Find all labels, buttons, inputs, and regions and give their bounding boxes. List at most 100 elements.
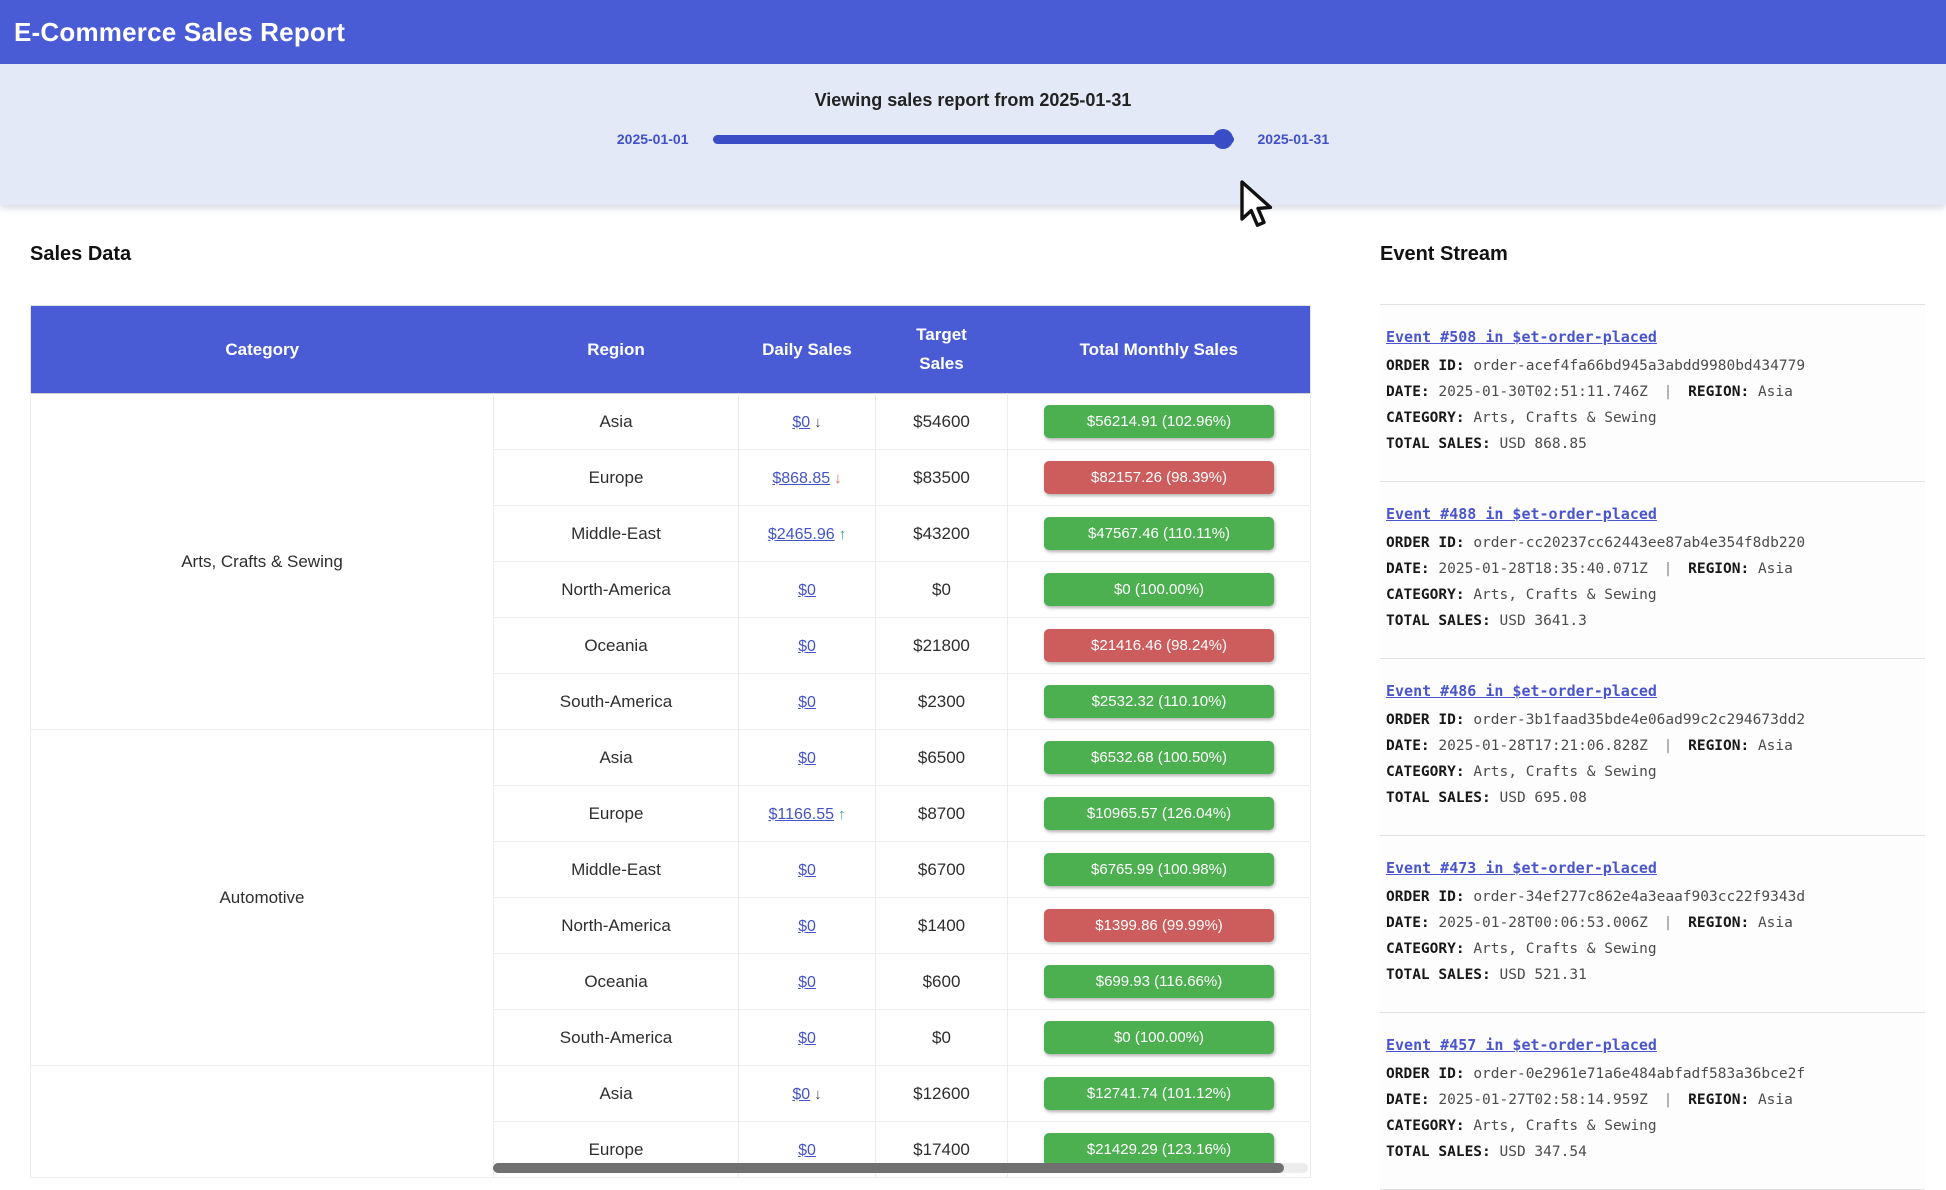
event-total-line: TOTAL SALES: USD 3641.3 (1386, 608, 1919, 634)
trend-arrow-icon: ↓ (834, 470, 842, 487)
column-header-region: Region (494, 306, 739, 394)
daily-sales-link[interactable]: $0 (798, 1142, 816, 1159)
daily-sales-link[interactable]: $1166.55 (768, 806, 834, 823)
region-label: REGION: (1688, 561, 1749, 577)
total-sales-label: TOTAL SALES: (1386, 613, 1491, 629)
region-cell: Asia (494, 1066, 739, 1122)
monthly-sales-badge: $6532.68 (100.50%) (1044, 741, 1274, 774)
monthly-sales-badge: $10965.57 (126.04%) (1044, 797, 1274, 830)
category-cell: Automotive (31, 730, 494, 1066)
daily-sales-link[interactable]: $868.85 (772, 470, 830, 487)
horizontal-scrollbar-thumb[interactable] (493, 1163, 1284, 1173)
region-label: REGION: (1688, 738, 1749, 754)
region-cell: Oceania (494, 954, 739, 1010)
target-sales-cell: $12600 (876, 1066, 1008, 1122)
slider-thumb[interactable] (1213, 129, 1233, 149)
order-id-value: order-34ef277c862e4a3eaaf903cc22f9343d (1473, 889, 1805, 905)
target-sales-cell: $83500 (876, 450, 1008, 506)
event-category-line: CATEGORY: Arts, Crafts & Sewing (1386, 1113, 1919, 1139)
category-value: Arts, Crafts & Sewing (1473, 1118, 1656, 1134)
order-id-label: ORDER ID: (1386, 712, 1465, 728)
daily-sales-link[interactable]: $0 (798, 918, 816, 935)
event-stream-section: Event Stream Event #508 in $et-order-pla… (1380, 205, 1925, 1190)
daily-sales-cell: $0↓ (739, 394, 876, 450)
event-date-line: DATE: 2025-01-28T18:35:40.071Z | REGION:… (1386, 556, 1919, 582)
event-date-line: DATE: 2025-01-28T00:06:53.006Z | REGION:… (1386, 910, 1919, 936)
date-slider[interactable] (713, 135, 1234, 144)
column-header-total-monthly-sales: Total Monthly Sales (1008, 306, 1311, 394)
total-sales-value: USD 3641.3 (1500, 613, 1587, 629)
slider-min-label: 2025-01-01 (617, 131, 689, 147)
event-order-line: ORDER ID: order-34ef277c862e4a3eaaf903cc… (1386, 884, 1919, 910)
event-order-line: ORDER ID: order-acef4fa66bd945a3abdd9980… (1386, 353, 1919, 379)
horizontal-scrollbar[interactable] (493, 1163, 1308, 1173)
monthly-sales-badge: $0 (100.00%) (1044, 1021, 1274, 1054)
daily-sales-link[interactable]: $0 (798, 974, 816, 991)
order-id-value: order-acef4fa66bd945a3abdd9980bd434779 (1473, 358, 1805, 374)
trend-arrow-icon: ↓ (814, 414, 822, 431)
daily-sales-link[interactable]: $0 (798, 638, 816, 655)
daily-sales-cell: $2465.96↑ (739, 506, 876, 562)
monthly-sales-badge: $12741.74 (101.12%) (1044, 1077, 1274, 1110)
daily-sales-cell: $0 (739, 562, 876, 618)
event-link[interactable]: Event #488 in $et-order-placed (1386, 501, 1657, 527)
daily-sales-link[interactable]: $0 (792, 1086, 810, 1103)
daily-sales-link[interactable]: $0 (798, 1030, 816, 1047)
monthly-sales-badge: $56214.91 (102.96%) (1044, 405, 1274, 438)
table-row: Asia $0↓ $12600 $12741.74 (101.12%) (31, 1066, 1311, 1122)
daily-sales-link[interactable]: $0 (798, 582, 816, 599)
sales-table: Category Region Daily Sales Target Sales… (30, 305, 1311, 1178)
event-link[interactable]: Event #486 in $et-order-placed (1386, 678, 1657, 704)
daily-sales-link[interactable]: $0 (792, 414, 810, 431)
daily-sales-cell: $0 (739, 674, 876, 730)
target-sales-cell: $21800 (876, 618, 1008, 674)
target-sales-cell: $43200 (876, 506, 1008, 562)
daily-sales-link[interactable]: $0 (798, 694, 816, 711)
category-label: CATEGORY: (1386, 941, 1465, 957)
target-sales-cell: $8700 (876, 786, 1008, 842)
event-link[interactable]: Event #457 in $et-order-placed (1386, 1032, 1657, 1058)
category-label: CATEGORY: (1386, 587, 1465, 603)
region-value: Asia (1758, 738, 1793, 754)
target-sales-cell: $54600 (876, 394, 1008, 450)
column-header-category: Category (31, 306, 494, 394)
region-cell: North-America (494, 562, 739, 618)
target-sales-cell: $600 (876, 954, 1008, 1010)
event-link[interactable]: Event #508 in $et-order-placed (1386, 324, 1657, 350)
target-sales-cell: $6700 (876, 842, 1008, 898)
sales-section-title: Sales Data (30, 243, 1310, 266)
daily-sales-cell: $868.85↓ (739, 450, 876, 506)
date-value: 2025-01-28T00:06:53.006Z (1438, 915, 1648, 931)
daily-sales-link[interactable]: $0 (798, 862, 816, 879)
date-slider-section: Viewing sales report from 2025-01-31 202… (0, 64, 1946, 205)
category-label: CATEGORY: (1386, 1118, 1465, 1134)
event-title-line: Event #508 in $et-order-placed (1386, 324, 1919, 353)
event-list: Event #508 in $et-order-placed ORDER ID:… (1380, 304, 1925, 1190)
event-item: Event #486 in $et-order-placed ORDER ID:… (1380, 659, 1925, 836)
separator: | (1664, 1092, 1673, 1108)
column-header-target-sales: Target Sales (876, 306, 1008, 394)
event-order-line: ORDER ID: order-cc20237cc62443ee87ab4e35… (1386, 530, 1919, 556)
target-sales-cell: $2300 (876, 674, 1008, 730)
region-cell: Europe (494, 786, 739, 842)
slider-title: Viewing sales report from 2025-01-31 (0, 64, 1946, 111)
monthly-sales-badge: $82157.26 (98.39%) (1044, 461, 1274, 494)
total-sales-value: USD 347.54 (1500, 1144, 1587, 1160)
event-link[interactable]: Event #473 in $et-order-placed (1386, 855, 1657, 881)
slider-max-label: 2025-01-31 (1258, 131, 1330, 147)
category-cell: Arts, Crafts & Sewing (31, 394, 494, 730)
monthly-sales-badge: $0 (100.00%) (1044, 573, 1274, 606)
region-cell: North-America (494, 898, 739, 954)
daily-sales-cell: $0 (739, 954, 876, 1010)
event-total-line: TOTAL SALES: USD 347.54 (1386, 1139, 1919, 1165)
region-cell: Oceania (494, 618, 739, 674)
daily-sales-link[interactable]: $2465.96 (768, 526, 835, 543)
date-label: DATE: (1386, 738, 1430, 754)
event-title-line: Event #488 in $et-order-placed (1386, 501, 1919, 530)
total-sales-value: USD 868.85 (1500, 436, 1587, 452)
monthly-sales-badge: $2532.32 (110.10%) (1044, 685, 1274, 718)
date-label: DATE: (1386, 915, 1430, 931)
category-value: Arts, Crafts & Sewing (1473, 941, 1656, 957)
daily-sales-link[interactable]: $0 (798, 750, 816, 767)
table-row: Automotive Asia $0 $6500 $6532.68 (100.5… (31, 730, 1311, 786)
